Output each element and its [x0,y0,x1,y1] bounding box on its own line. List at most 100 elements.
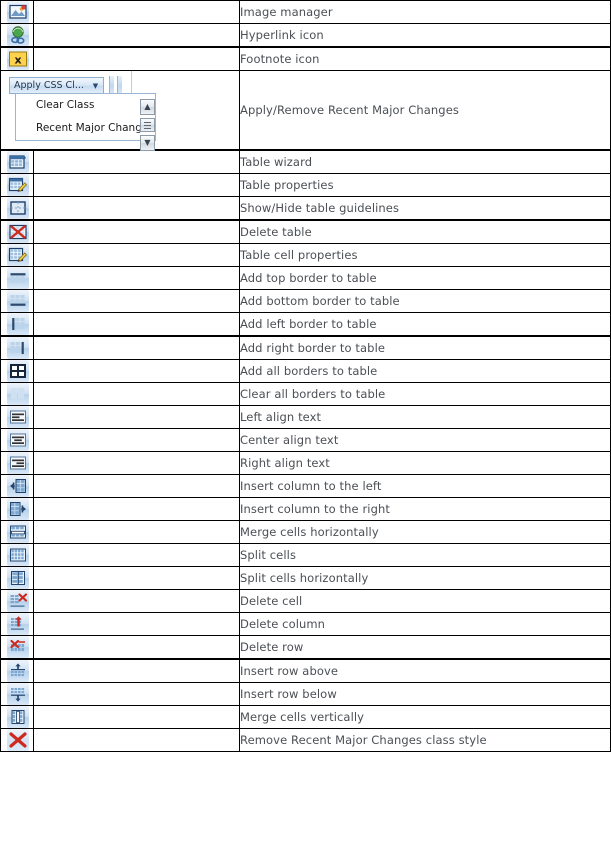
image-manager-icon[interactable] [7,1,29,23]
scroll-down-arrow-icon[interactable]: ▼ [140,135,155,151]
table-row: Delete row [0,635,611,660]
icon-cell [0,335,34,360]
insert-row-above-icon[interactable] [7,660,29,682]
spacer-cell [33,589,240,613]
delete-cell-icon[interactable] [7,590,29,612]
add-right-border-icon[interactable] [7,337,29,359]
icon-description-cell: Insert row below [239,682,611,706]
table-wizard-icon[interactable] [7,151,29,173]
icon-cell [0,23,34,48]
icon-reference-table: Image manager Hyperlink icon x Footnote … [0,0,611,752]
css-class-dropdown-list[interactable]: Clear Class Recent Major Chang ▲ ▼ [15,93,156,151]
table-properties-icon[interactable] [7,174,29,196]
table-row: Add bottom border to table [0,289,611,313]
icon-cell [0,266,34,290]
table-row: Apply CSS Cl... ▼ Clear Class Recent Major … [0,70,611,151]
delete-row-icon[interactable] [7,636,29,658]
spacer-cell [33,196,240,221]
add-bottom-border-icon[interactable] [7,290,29,312]
spacer-cell [33,451,240,475]
insert-column-right-icon[interactable] [7,498,29,520]
icon-cell [0,682,34,706]
spacer-cell [33,520,240,544]
insert-row-below-icon[interactable] [7,683,29,705]
scrollbar-thumb[interactable] [140,118,155,132]
footnote-icon[interactable]: x [7,48,29,70]
table-row: Image manager [0,0,611,24]
delete-column-icon[interactable] [7,613,29,635]
split-cells-icon[interactable] [7,544,29,566]
remove-class-style-icon[interactable] [7,729,29,751]
icon-cell [0,243,34,267]
table-row: Right align text [0,451,611,475]
table-row: Add right border to table [0,335,611,360]
table-row: Table wizard [0,149,611,174]
table-row: Split cells horizontally [0,566,611,590]
hyperlink-icon[interactable] [7,24,29,46]
spacer-cell [33,474,240,498]
add-all-borders-icon[interactable] [7,360,29,382]
add-top-border-icon[interactable] [7,267,29,289]
icon-description-cell: Remove Recent Major Changes class style [239,728,611,752]
icon-cell [0,520,34,544]
css-class-dropdown-item[interactable]: Clear Class [16,94,155,117]
spacer-cell [33,46,240,71]
add-left-border-icon[interactable] [7,313,29,335]
chevron-down-icon: ▼ [92,81,99,90]
align-right-icon[interactable] [7,452,29,474]
merge-cells-vertically-icon[interactable] [7,706,29,728]
icon-cell [0,635,34,660]
table-row: Merge cells horizontally [0,520,611,544]
icon-description-cell: Left align text [239,405,611,429]
apply-css-class-toolbar: Apply CSS Cl... ▼ Clear Class Recent Major … [1,71,239,151]
icon-description-cell: Add top border to table [239,266,611,290]
icon-cell: x [0,46,34,71]
spacer-cell [33,219,240,244]
icon-cell [0,405,34,429]
table-row: x Footnote icon [0,46,611,71]
icon-description-cell: Merge cells horizontally [239,520,611,544]
table-row: Table properties [0,173,611,197]
spacer-cell [33,266,240,290]
icon-description-cell: Apply/Remove Recent Major Changes [239,70,611,151]
table-cell-properties-icon[interactable] [7,244,29,266]
table-body: Image manager Hyperlink icon x Footnote … [0,0,611,752]
merge-cells-horizontally-icon[interactable] [7,521,29,543]
css-class-dropdown-item[interactable]: Recent Major Chang [16,117,155,140]
icon-cell [0,382,34,406]
table-row: Delete cell [0,589,611,613]
icon-cell [0,312,34,337]
table-row: Delete column [0,612,611,636]
icon-description-cell: Add all borders to table [239,359,611,383]
spacer-cell [33,705,240,729]
align-center-icon[interactable] [7,429,29,451]
icon-cell [0,612,34,636]
icon-description-cell: Footnote icon [239,46,611,71]
spacer-cell [33,543,240,567]
icon-cell [0,705,34,729]
table-row: Center align text [0,428,611,452]
table-row: Add top border to table [0,266,611,290]
dropdown-scrollbar[interactable]: ▲ ▼ [140,99,155,152]
icon-description-cell: Delete cell [239,589,611,613]
clear-all-borders-icon[interactable] [7,383,29,405]
insert-column-left-icon[interactable] [7,475,29,497]
table-row: Add all borders to table [0,359,611,383]
apply-css-class-dropdown-button[interactable]: Apply CSS Cl... ▼ [9,77,104,94]
split-cells-horizontally-icon[interactable] [7,567,29,589]
icon-description-cell: Show/Hide table guidelines [239,196,611,221]
icon-cell [0,497,34,521]
show-hide-guidelines-icon[interactable] [7,197,29,219]
icon-cell [0,728,34,752]
toolbar-widget-cell: Apply CSS Cl... ▼ Clear Class Recent Major … [0,70,240,151]
delete-table-icon[interactable] [7,221,29,243]
scroll-up-arrow-icon[interactable]: ▲ [140,99,155,115]
icon-cell [0,566,34,590]
table-row: Split cells [0,543,611,567]
spacer-cell [33,312,240,337]
align-left-icon[interactable] [7,406,29,428]
icon-cell [0,196,34,221]
spacer-cell [33,243,240,267]
icon-cell [0,359,34,383]
table-row: Table cell properties [0,243,611,267]
